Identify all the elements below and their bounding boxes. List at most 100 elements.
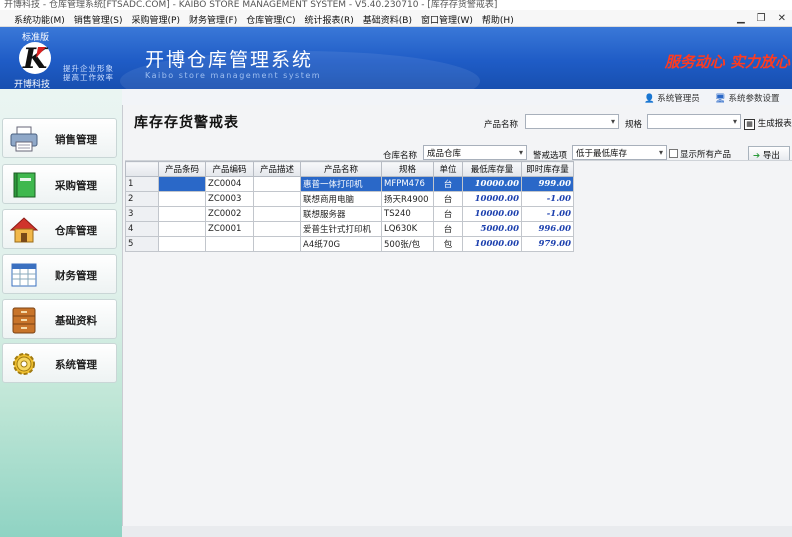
close-icon[interactable]: ✕ (778, 13, 786, 24)
column-header-barcode[interactable]: 产品条码 (158, 161, 206, 177)
cell-code[interactable]: ZC0004 (205, 176, 254, 192)
menu-basic-data[interactable]: 基础资料(B) (363, 13, 412, 26)
cell-description[interactable] (253, 176, 301, 192)
spec-select[interactable]: ▾ (647, 114, 741, 129)
cell-description[interactable] (253, 221, 301, 237)
sidebar-item-system[interactable]: 系统管理 (2, 343, 117, 383)
show-all-products-checkbox[interactable]: 显示所有产品 (669, 148, 731, 160)
cell-unit[interactable]: 包 (433, 236, 463, 252)
table-row[interactable]: 3 ZC0002 联想服务器 TS240 台 10000.00 -1.00 (125, 206, 574, 222)
cell-spec[interactable]: 500张/包 (381, 236, 434, 252)
cell-code[interactable]: ZC0003 (205, 191, 254, 207)
cell-description[interactable] (253, 206, 301, 222)
logo-caption: 开博科技 (14, 80, 51, 89)
menu-purchase[interactable]: 采购管理(P) (132, 13, 180, 26)
cell-barcode[interactable] (158, 191, 206, 207)
menu-sales[interactable]: 销售管理(S) (74, 13, 123, 26)
cell-min-stock[interactable]: 5000.00 (462, 221, 522, 237)
cell-current-stock[interactable]: 999.00 (521, 176, 574, 192)
sidebar-item-finance[interactable]: 财务管理 (2, 254, 117, 294)
book-icon (9, 170, 39, 200)
table-row[interactable]: 2 ZC0003 联想商用电脑 扬天R4900 台 10000.00 -1.00 (125, 191, 574, 207)
cell-code[interactable]: ZC0001 (205, 221, 254, 237)
table-row[interactable]: 5 A4纸70G 500张/包 包 10000.00 979.00 (125, 236, 574, 252)
cell-name[interactable]: 爱普生针式打印机 (300, 221, 382, 237)
menu-help[interactable]: 帮助(H) (482, 13, 514, 26)
cell-spec[interactable]: TS240 (381, 206, 434, 222)
cell-code[interactable]: ZC0002 (205, 206, 254, 222)
sidebar-item-purchase[interactable]: 采购管理 (2, 164, 117, 204)
cell-min-stock[interactable]: 10000.00 (462, 191, 522, 207)
table-row[interactable]: 1 ZC0004 惠普一体打印机 MFPM476 台 10000.00 999.… (125, 176, 574, 192)
generate-report-button[interactable]: ▦ 生成报表 (744, 117, 792, 133)
column-header-name[interactable]: 产品名称 (300, 161, 382, 177)
row-number: 1 (125, 176, 159, 192)
alert-option-value: 低于最低库存 (576, 149, 628, 159)
cell-min-stock[interactable]: 10000.00 (462, 206, 522, 222)
cell-barcode[interactable] (158, 221, 206, 237)
cell-current-stock[interactable]: 979.00 (521, 236, 574, 252)
cell-code[interactable] (205, 236, 254, 252)
settings-link[interactable]: 🖥 系统参数设置 (715, 92, 780, 104)
sidebar-item-sales[interactable]: 销售管理 (2, 118, 117, 158)
cell-unit[interactable]: 台 (433, 221, 463, 237)
table-header-row: 产品条码 产品编码 产品描述 产品名称 规格 单位 最低库存量 即时库存量 (125, 161, 574, 177)
cell-spec[interactable]: 扬天R4900 (381, 191, 434, 207)
logo-letter: K (22, 42, 49, 75)
sidebar-item-label: 财务管理 (55, 270, 97, 282)
restore-icon[interactable]: ❐ (757, 13, 766, 24)
cell-min-stock[interactable]: 10000.00 (462, 236, 522, 252)
slogan-line-2: 提高工作效率 (63, 73, 114, 82)
cell-spec[interactable]: MFPM476 (381, 176, 434, 192)
column-header-min-stock[interactable]: 最低库存量 (462, 161, 522, 177)
row-number: 4 (125, 221, 159, 237)
table-row[interactable]: 4 ZC0001 爱普生针式打印机 LQ630K 台 5000.00 996.0… (125, 221, 574, 237)
admin-link[interactable]: 👤 系统管理员 (644, 92, 700, 104)
menu-warehouse[interactable]: 仓库管理(C) (246, 13, 295, 26)
sidebar-item-label: 系统管理 (55, 359, 97, 371)
kaibo-logo-icon: K (16, 41, 54, 75)
column-header-row-number[interactable] (125, 161, 159, 177)
cell-current-stock[interactable]: -1.00 (521, 206, 574, 222)
cell-description[interactable] (253, 191, 301, 207)
data-grid: 产品条码 产品编码 产品描述 产品名称 规格 单位 最低库存量 即时库存量 1 … (125, 160, 792, 537)
cell-name[interactable]: 联想商用电脑 (300, 191, 382, 207)
menu-finance[interactable]: 财务管理(F) (189, 13, 237, 26)
column-header-unit[interactable]: 单位 (433, 161, 463, 177)
cell-unit[interactable]: 台 (433, 176, 463, 192)
sidebar-item-label: 仓库管理 (55, 225, 97, 237)
column-header-code[interactable]: 产品编码 (205, 161, 254, 177)
window-title-bar: 开博科技 - 仓库管理系统[FTSADC.COM] - KAIBO STORE … (0, 0, 792, 10)
cell-name[interactable]: 惠普一体打印机 (300, 176, 382, 192)
sidebar-item-basic-data[interactable]: 基础资料 (2, 299, 117, 339)
cell-min-stock[interactable]: 10000.00 (462, 176, 522, 192)
cell-description[interactable] (253, 236, 301, 252)
column-header-description[interactable]: 产品描述 (253, 161, 301, 177)
menu-system[interactable]: 系统功能(M) (14, 13, 65, 26)
menu-bar: 系统功能(M) 销售管理(S) 采购管理(P) 财务管理(F) 仓库管理(C) … (0, 10, 792, 27)
menu-window[interactable]: 窗口管理(W) (421, 13, 473, 26)
window-title: 开博科技 - 仓库管理系统[FTSADC.COM] - KAIBO STORE … (4, 0, 498, 10)
warehouse-select[interactable]: 成品仓库 ▾ (423, 145, 527, 160)
cell-name[interactable]: A4纸70G (300, 236, 382, 252)
row-number: 2 (125, 191, 159, 207)
cell-unit[interactable]: 台 (433, 191, 463, 207)
generate-report-label: 生成报表 (757, 119, 792, 129)
chevron-down-icon: ▾ (610, 117, 615, 126)
cell-unit[interactable]: 台 (433, 206, 463, 222)
cell-barcode[interactable] (158, 176, 206, 192)
cell-name[interactable]: 联想服务器 (300, 206, 382, 222)
cell-barcode[interactable] (158, 236, 206, 252)
menu-reports[interactable]: 统计报表(R) (305, 13, 354, 26)
product-name-select[interactable]: ▾ (525, 114, 619, 129)
product-name-label: 产品名称 (484, 120, 519, 130)
alert-option-select[interactable]: 低于最低库存 ▾ (572, 145, 667, 160)
cell-spec[interactable]: LQ630K (381, 221, 434, 237)
cell-current-stock[interactable]: 996.00 (521, 221, 574, 237)
column-header-spec[interactable]: 规格 (381, 161, 434, 177)
sidebar-item-warehouse[interactable]: 仓库管理 (2, 209, 117, 249)
column-header-current-stock[interactable]: 即时库存量 (521, 161, 574, 177)
cell-barcode[interactable] (158, 206, 206, 222)
cell-current-stock[interactable]: -1.00 (521, 191, 574, 207)
minimize-icon[interactable]: ▁ (737, 13, 745, 24)
